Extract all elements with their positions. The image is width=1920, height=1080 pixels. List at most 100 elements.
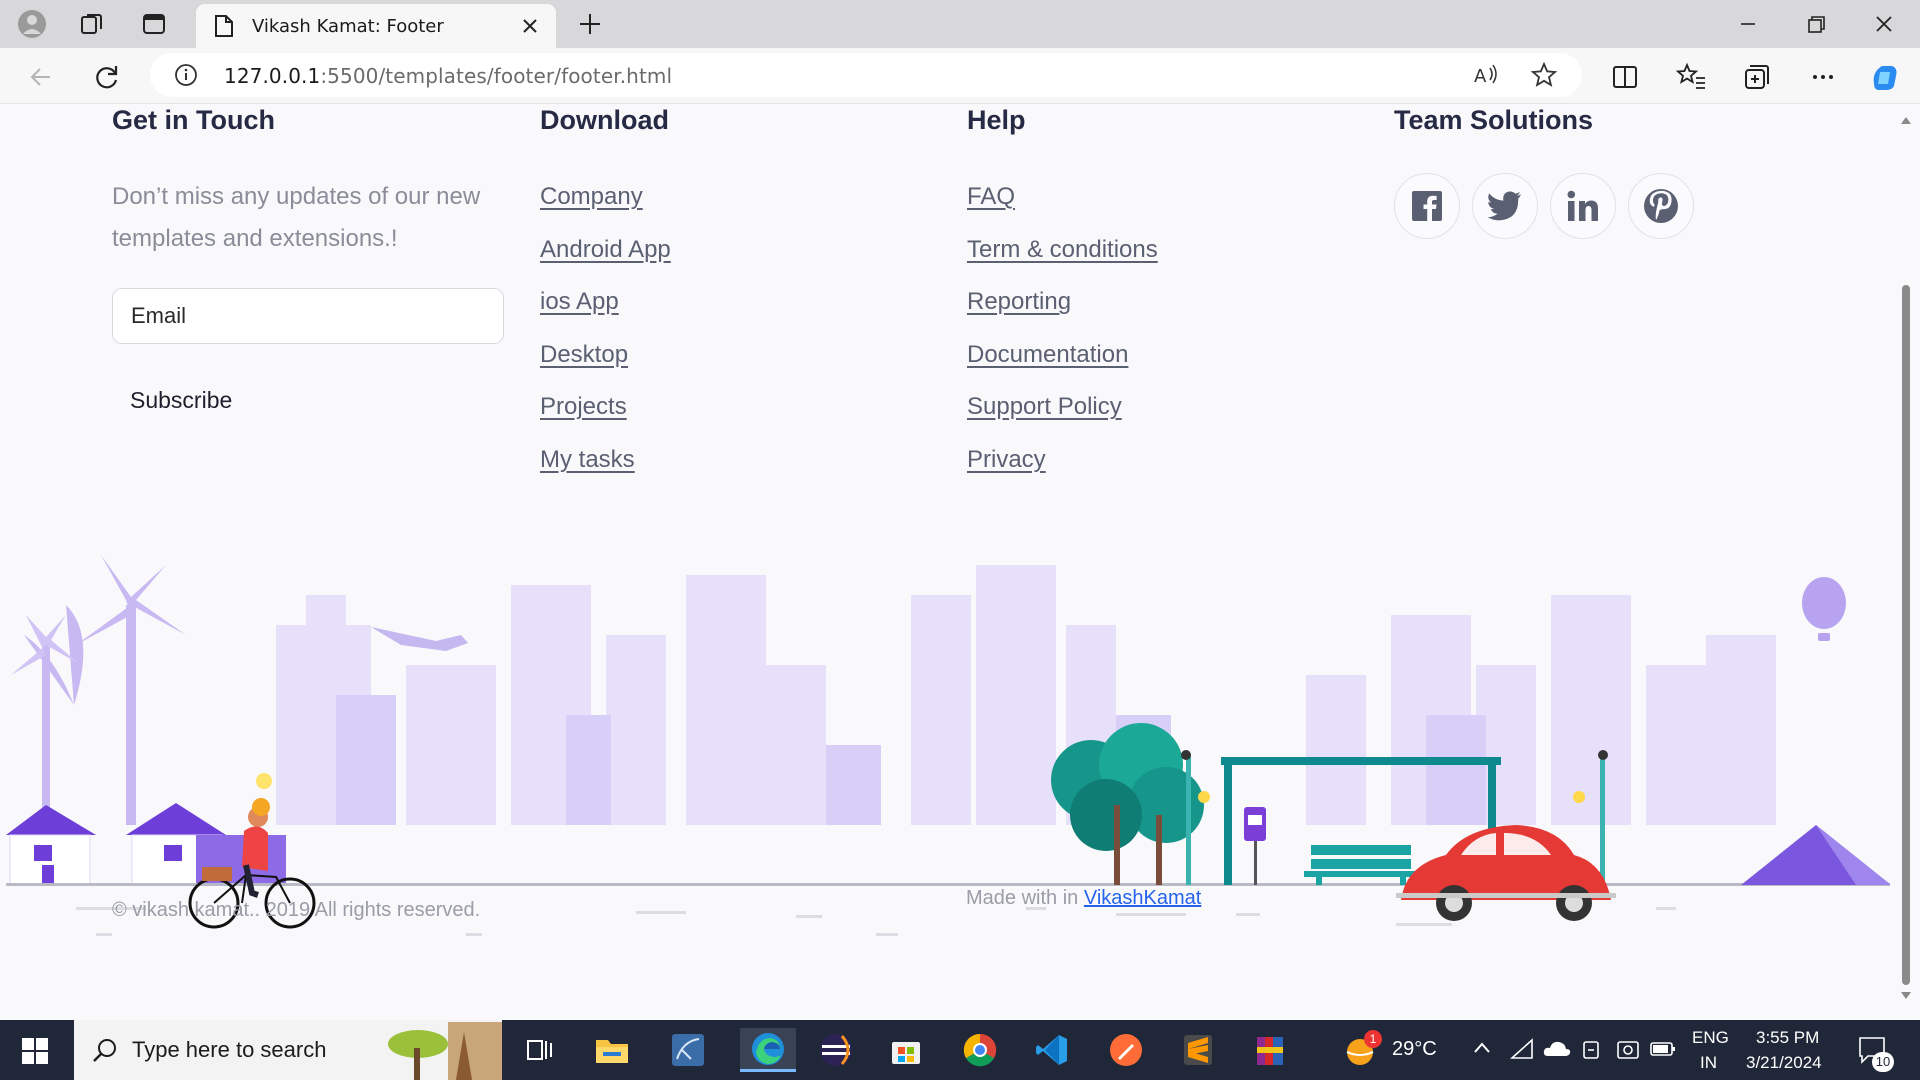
task-view-icon (527, 1040, 552, 1060)
pinterest-button[interactable] (1628, 173, 1694, 239)
minimize-icon[interactable] (1728, 8, 1768, 40)
folder-icon (596, 1040, 628, 1063)
weather-temperature[interactable]: 29°C (1392, 1038, 1437, 1061)
close-tab-icon[interactable] (518, 14, 542, 38)
footer-page: Get in Touch Don’t miss any updates of o… (6, 105, 1896, 1017)
help-link-privacy[interactable]: Privacy (967, 445, 1158, 498)
profile-avatar-icon[interactable] (14, 6, 50, 42)
page-scrollbar[interactable] (1890, 105, 1920, 1017)
download-link-company[interactable]: Company (540, 182, 671, 235)
svg-text:A: A (1474, 66, 1487, 87)
chrome-icon (963, 1033, 997, 1067)
winrar-taskbar-button[interactable] (1248, 1028, 1292, 1072)
tab-title: Vikash Kamat: Footer (252, 16, 444, 37)
windows-start-icon[interactable] (22, 1038, 48, 1064)
address-bar[interactable]: 127.0.0.1:5500/templates/footer/footer.h… (150, 53, 1582, 97)
download-column: Download Company Android App ios App Des… (540, 105, 671, 498)
help-heading: Help (967, 105, 1026, 135)
meet-now-icon[interactable] (1616, 1038, 1640, 1062)
subscribe-button[interactable]: Subscribe (130, 387, 232, 414)
more-options-icon[interactable] (1806, 60, 1840, 94)
favorite-star-icon[interactable] (1530, 61, 1558, 89)
download-link-android-app[interactable]: Android App (540, 235, 671, 288)
download-link-ios-app[interactable]: ios App (540, 287, 671, 340)
download-link-my-tasks[interactable]: My tasks (540, 445, 671, 498)
clock-time[interactable]: 3:55 PM (1756, 1028, 1819, 1048)
vscode-taskbar-button[interactable] (1030, 1028, 1074, 1072)
made-with-credit: Made with in VikashKamat (966, 887, 1201, 910)
task-view-button[interactable] (518, 1028, 562, 1072)
help-link-terms[interactable]: Term & conditions (967, 235, 1158, 288)
pinterest-icon (1644, 189, 1678, 223)
browser-toolbar: 127.0.0.1:5500/templates/footer/footer.h… (0, 48, 1920, 104)
eclipse-icon (820, 1034, 852, 1066)
collections-icon[interactable] (1740, 60, 1774, 94)
device-icon[interactable] (1580, 1038, 1602, 1062)
back-icon[interactable] (24, 60, 58, 94)
battery-icon[interactable] (1650, 1040, 1676, 1058)
download-heading: Download (540, 105, 669, 135)
facebook-icon (1412, 191, 1442, 221)
reload-icon[interactable] (90, 60, 124, 94)
close-window-icon[interactable] (1864, 8, 1904, 40)
app-button-blueprint[interactable] (666, 1028, 710, 1072)
help-link-documentation[interactable]: Documentation (967, 340, 1158, 393)
help-link-reporting[interactable]: Reporting (967, 287, 1158, 340)
download-link-desktop[interactable]: Desktop (540, 340, 671, 393)
sublime-taskbar-button[interactable] (1176, 1028, 1220, 1072)
active-tab[interactable]: Vikash Kamat: Footer (196, 4, 556, 48)
region-code[interactable]: IN (1700, 1053, 1717, 1073)
scroll-up-icon[interactable] (1900, 115, 1912, 125)
store-icon (892, 1042, 920, 1064)
chrome-taskbar-button[interactable] (958, 1028, 1002, 1072)
email-input[interactable]: Email (112, 288, 504, 344)
get-in-touch-column: Get in Touch Don’t miss any updates of o… (112, 105, 492, 260)
scroll-down-icon[interactable] (1900, 991, 1912, 1001)
restore-icon[interactable] (1796, 8, 1836, 40)
onedrive-cloud-icon[interactable] (1542, 1038, 1572, 1060)
eclipse-taskbar-button[interactable] (814, 1028, 858, 1072)
team-solutions-heading: Team Solutions (1394, 105, 1594, 135)
language-code[interactable]: ENG (1692, 1028, 1729, 1048)
split-screen-icon[interactable] (1608, 60, 1642, 94)
site-info-icon[interactable] (174, 63, 198, 87)
help-column: Help FAQ Term & conditions Reporting Doc… (967, 105, 1158, 498)
taskbar-search[interactable]: Type here to search (74, 1020, 502, 1080)
workspaces-icon[interactable] (74, 6, 110, 42)
linkedin-button[interactable] (1550, 173, 1616, 239)
edge-taskbar-button[interactable] (740, 1028, 796, 1072)
store-taskbar-button[interactable] (884, 1028, 928, 1072)
edge-icon (752, 1032, 784, 1065)
vertical-tabs-icon[interactable] (136, 6, 172, 42)
search-highlight-tree-icon (388, 1022, 502, 1080)
linkedin-icon (1567, 190, 1598, 221)
show-hidden-icons-chevron-icon[interactable] (1472, 1040, 1492, 1056)
help-link-support-policy[interactable]: Support Policy (967, 392, 1158, 445)
twitter-icon (1487, 191, 1521, 221)
winrar-icon (1257, 1037, 1283, 1065)
new-tab-icon[interactable] (574, 8, 606, 40)
made-with-prefix: Made with in (966, 887, 1079, 909)
postman-icon (1110, 1034, 1142, 1066)
search-icon (93, 1039, 116, 1062)
copilot-icon[interactable] (1868, 60, 1902, 94)
vscode-icon (1036, 1035, 1067, 1065)
wifi-icon[interactable] (1510, 1038, 1534, 1060)
help-link-faq[interactable]: FAQ (967, 182, 1158, 235)
clock-date[interactable]: 3/21/2024 (1746, 1053, 1822, 1073)
favorites-icon[interactable] (1674, 60, 1708, 94)
notification-count: 10 (1872, 1052, 1894, 1072)
page-icon (215, 15, 233, 37)
read-aloud-icon[interactable]: A (1472, 62, 1500, 88)
scrollbar-thumb[interactable] (1902, 285, 1910, 985)
weather-badge: 1 (1364, 1030, 1382, 1048)
author-link[interactable]: VikashKamat (1084, 887, 1201, 909)
file-explorer-button[interactable] (590, 1028, 634, 1072)
postman-taskbar-button[interactable] (1104, 1028, 1148, 1072)
city-illustration (6, 555, 1896, 936)
facebook-button[interactable] (1394, 173, 1460, 239)
team-solutions-column: Team Solutions (1394, 105, 1593, 136)
download-link-projects[interactable]: Projects (540, 392, 671, 445)
mysql-workbench-icon (672, 1034, 704, 1066)
twitter-button[interactable] (1472, 173, 1538, 239)
